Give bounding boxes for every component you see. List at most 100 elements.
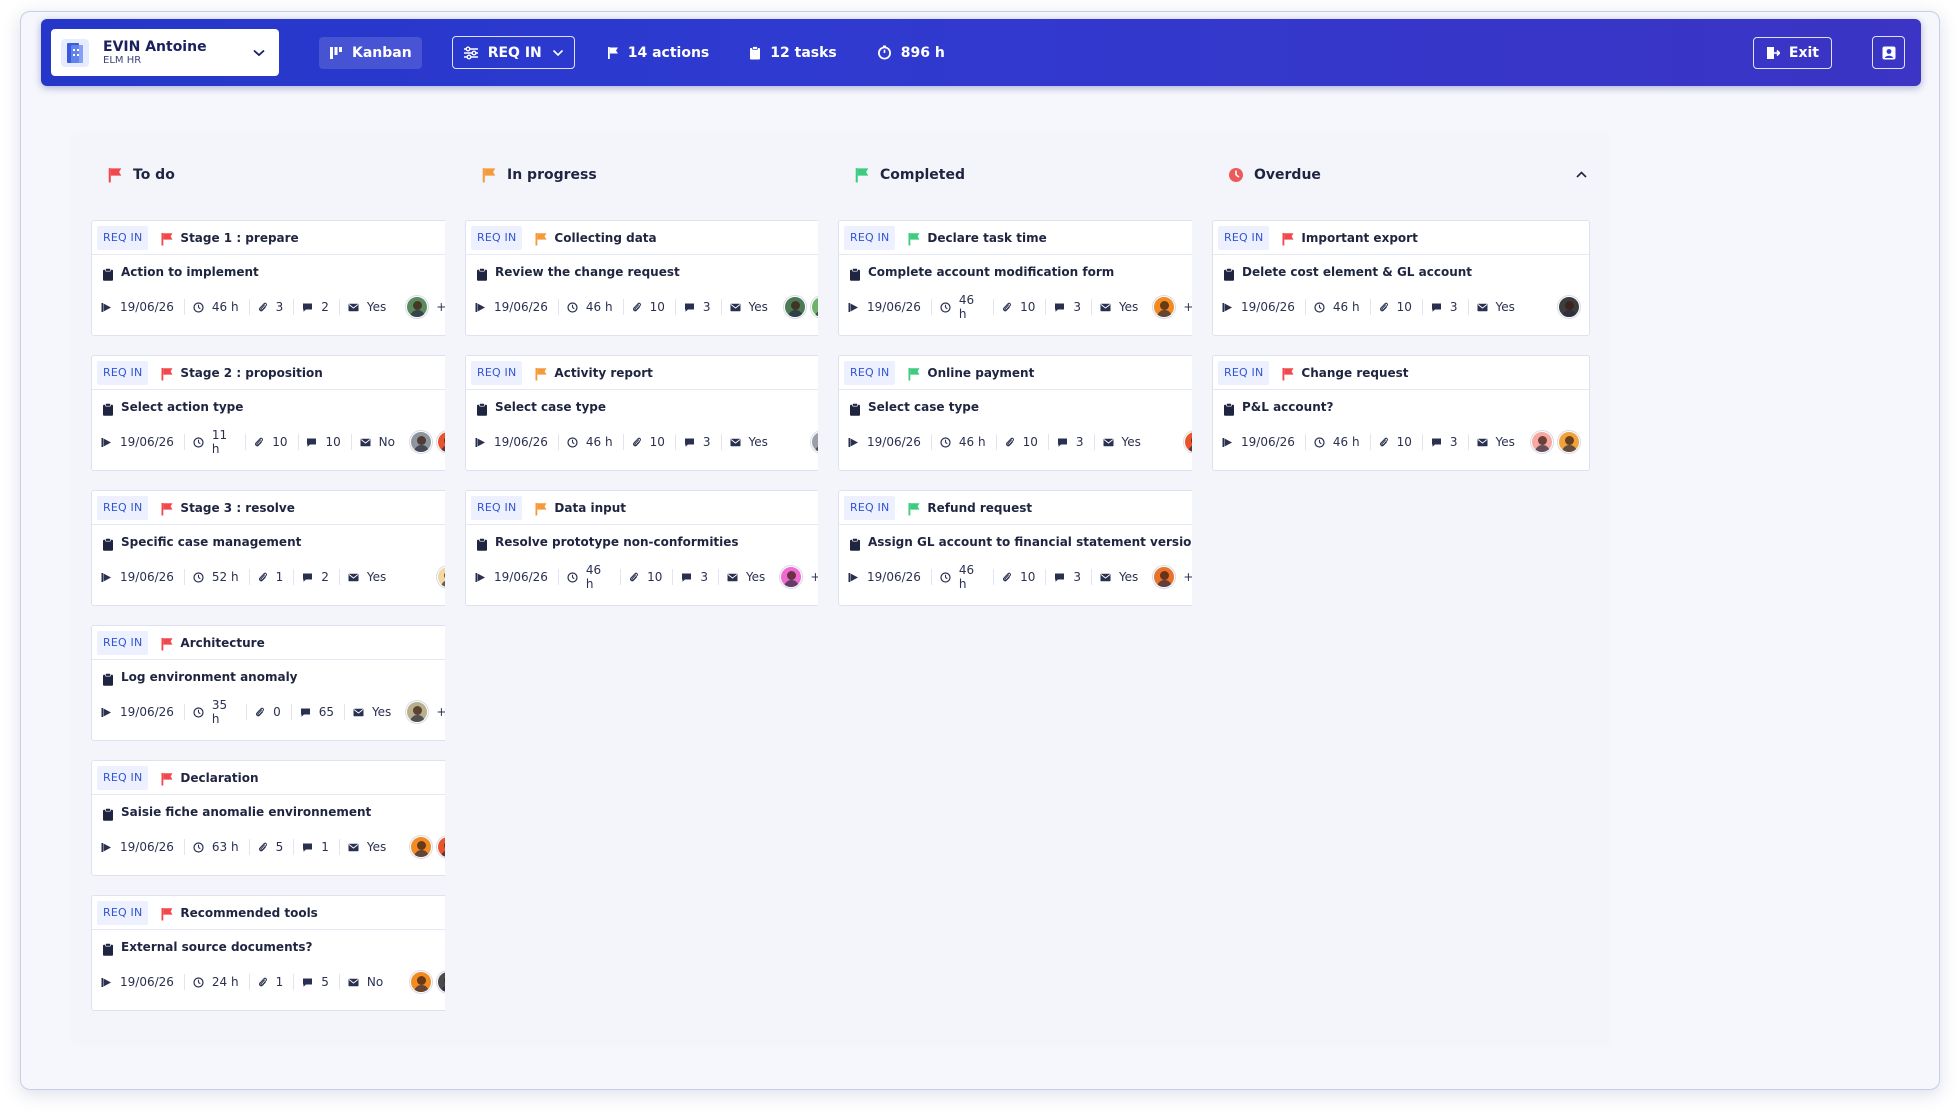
date-flag-icon (848, 437, 863, 448)
task-card[interactable]: REQ IN Refund request Assign GL account to… (838, 490, 1216, 606)
clipboard-icon (476, 536, 488, 551)
user-selector[interactable]: EVIN Antoine ELM HR (51, 29, 279, 76)
attachments-count: 10 (1005, 435, 1038, 449)
chevron-up-icon[interactable] (1572, 166, 1590, 184)
clipboard-icon (102, 536, 114, 551)
column-title: In progress (507, 166, 597, 183)
duration: 46 h (940, 293, 983, 321)
meta-divider (293, 299, 295, 315)
comments-count: 5 (302, 975, 329, 989)
duration: 24 h (193, 975, 239, 989)
avatar[interactable] (410, 836, 432, 858)
task-card[interactable]: REQ IN Activity report Select case type 19/… (465, 355, 843, 471)
paperclip-icon (1002, 572, 1016, 583)
card-meta: 19/06/26 46 h 10 3 Yes (1213, 424, 1589, 460)
task-card[interactable]: REQ IN Stage 3 : resolve Specific case man… (91, 490, 469, 606)
stage-title: Data input (554, 500, 627, 515)
req-filter-dropdown[interactable]: REQ IN (451, 36, 575, 69)
meta-divider (1467, 299, 1469, 315)
avatar[interactable] (410, 971, 432, 993)
clipboard-icon (102, 671, 114, 686)
meta-divider (674, 299, 676, 315)
chevron-down-icon[interactable] (249, 43, 269, 63)
meta-divider (930, 434, 932, 450)
comments-count: 3 (684, 300, 711, 314)
column-flag-icon (481, 167, 497, 183)
card-header: REQ IN Architecture (92, 626, 468, 660)
task-card[interactable]: REQ IN Collecting data Review the change r… (465, 220, 843, 336)
avatar[interactable] (1558, 296, 1580, 318)
attachments-count-value: 0 (273, 705, 281, 719)
duration-value: 46 h (211, 300, 239, 314)
mail-status-value: Yes (1495, 300, 1515, 314)
attachments-count-value: 10 (272, 435, 288, 449)
meta-divider (1467, 434, 1469, 450)
avatar[interactable] (1153, 566, 1176, 588)
avatar[interactable] (1531, 431, 1553, 453)
due-date-value: 19/06/26 (494, 570, 548, 584)
task-card[interactable]: REQ IN Important export Delete cost elemen… (1212, 220, 1590, 336)
attachments-count-value: 10 (647, 570, 663, 584)
task-card[interactable]: REQ IN Change request P&L account? 19/06/26… (1212, 355, 1590, 471)
comments-count: 3 (1054, 570, 1081, 584)
task-card[interactable]: REQ IN Data input Resolve prototype non-co… (465, 490, 843, 606)
comments-count: 3 (1057, 435, 1084, 449)
duration-value: 46 h (958, 293, 975, 321)
due-date: 19/06/26 (1222, 300, 1295, 314)
meta-divider (297, 434, 299, 450)
req-badge: REQ IN (844, 360, 896, 385)
clock-icon (1314, 301, 1329, 313)
task-card[interactable]: REQ IN Recommended tools External source d… (91, 895, 469, 1011)
task-title: Saisie fiche anomalie environnement (121, 805, 372, 819)
avatar[interactable] (780, 566, 803, 588)
clipboard-icon (849, 536, 861, 551)
task-card[interactable]: REQ IN Declare task time Complete account … (838, 220, 1216, 336)
task-card[interactable]: REQ IN Stage 2 : proposition Select action… (91, 355, 469, 471)
stage-flag-icon (160, 771, 174, 785)
due-date-value: 19/06/26 (120, 300, 174, 314)
comments-count: 3 (684, 435, 711, 449)
task-card[interactable]: REQ IN Stage 1 : prepare Action to impleme… (91, 220, 469, 336)
stage-title: Refund request (927, 500, 1033, 515)
mail-status: Yes (1477, 435, 1515, 449)
profile-button[interactable] (1872, 36, 1905, 69)
stage-title: Declare task time (927, 230, 1047, 245)
mail-icon (1100, 573, 1115, 582)
duration: 46 h (193, 300, 239, 314)
clipboard-icon (102, 941, 114, 956)
meta-divider (183, 434, 185, 450)
duration-value: 52 h (211, 570, 239, 584)
comments-count-value: 10 (325, 435, 341, 449)
attachments-count-value: 1 (275, 570, 284, 584)
date-flag-icon (101, 302, 116, 313)
column-flag-icon (854, 167, 870, 183)
column-header: Completed (818, 147, 1236, 202)
mail-icon (348, 978, 363, 987)
avatar[interactable] (410, 431, 432, 453)
due-date: 19/06/26 (101, 975, 174, 989)
mail-icon (730, 438, 745, 447)
avatar[interactable] (406, 296, 429, 318)
task-card[interactable]: REQ IN Online payment Select case type 19/0… (838, 355, 1216, 471)
kanban-view-button[interactable]: Kanban (319, 36, 422, 69)
avatar[interactable] (1153, 296, 1176, 318)
stage-title: Stage 2 : proposition (180, 365, 323, 380)
task-card[interactable]: REQ IN Declaration Saisie fiche anomalie e… (91, 760, 469, 876)
avatar[interactable] (406, 701, 429, 723)
meta-divider (245, 434, 247, 450)
meta-divider (717, 569, 719, 585)
mail-icon (348, 843, 363, 852)
task-card[interactable]: REQ IN Architecture Log environment anomal… (91, 625, 469, 741)
exit-button[interactable]: Exit (1752, 36, 1832, 69)
meta-divider (338, 569, 340, 585)
meta-divider (674, 434, 676, 450)
attachments-count-value: 10 (1022, 435, 1038, 449)
stage-flag-icon (1281, 231, 1295, 245)
avatar[interactable] (1558, 431, 1580, 453)
task-row: Saisie fiche anomalie environnement (92, 795, 468, 829)
card-meta: 19/06/26 46 h 10 3 Yes (839, 424, 1215, 460)
task-row: Review the change request (466, 255, 842, 289)
comments-count: 3 (1431, 300, 1458, 314)
avatar[interactable] (784, 296, 806, 318)
due-date: 19/06/26 (475, 435, 548, 449)
